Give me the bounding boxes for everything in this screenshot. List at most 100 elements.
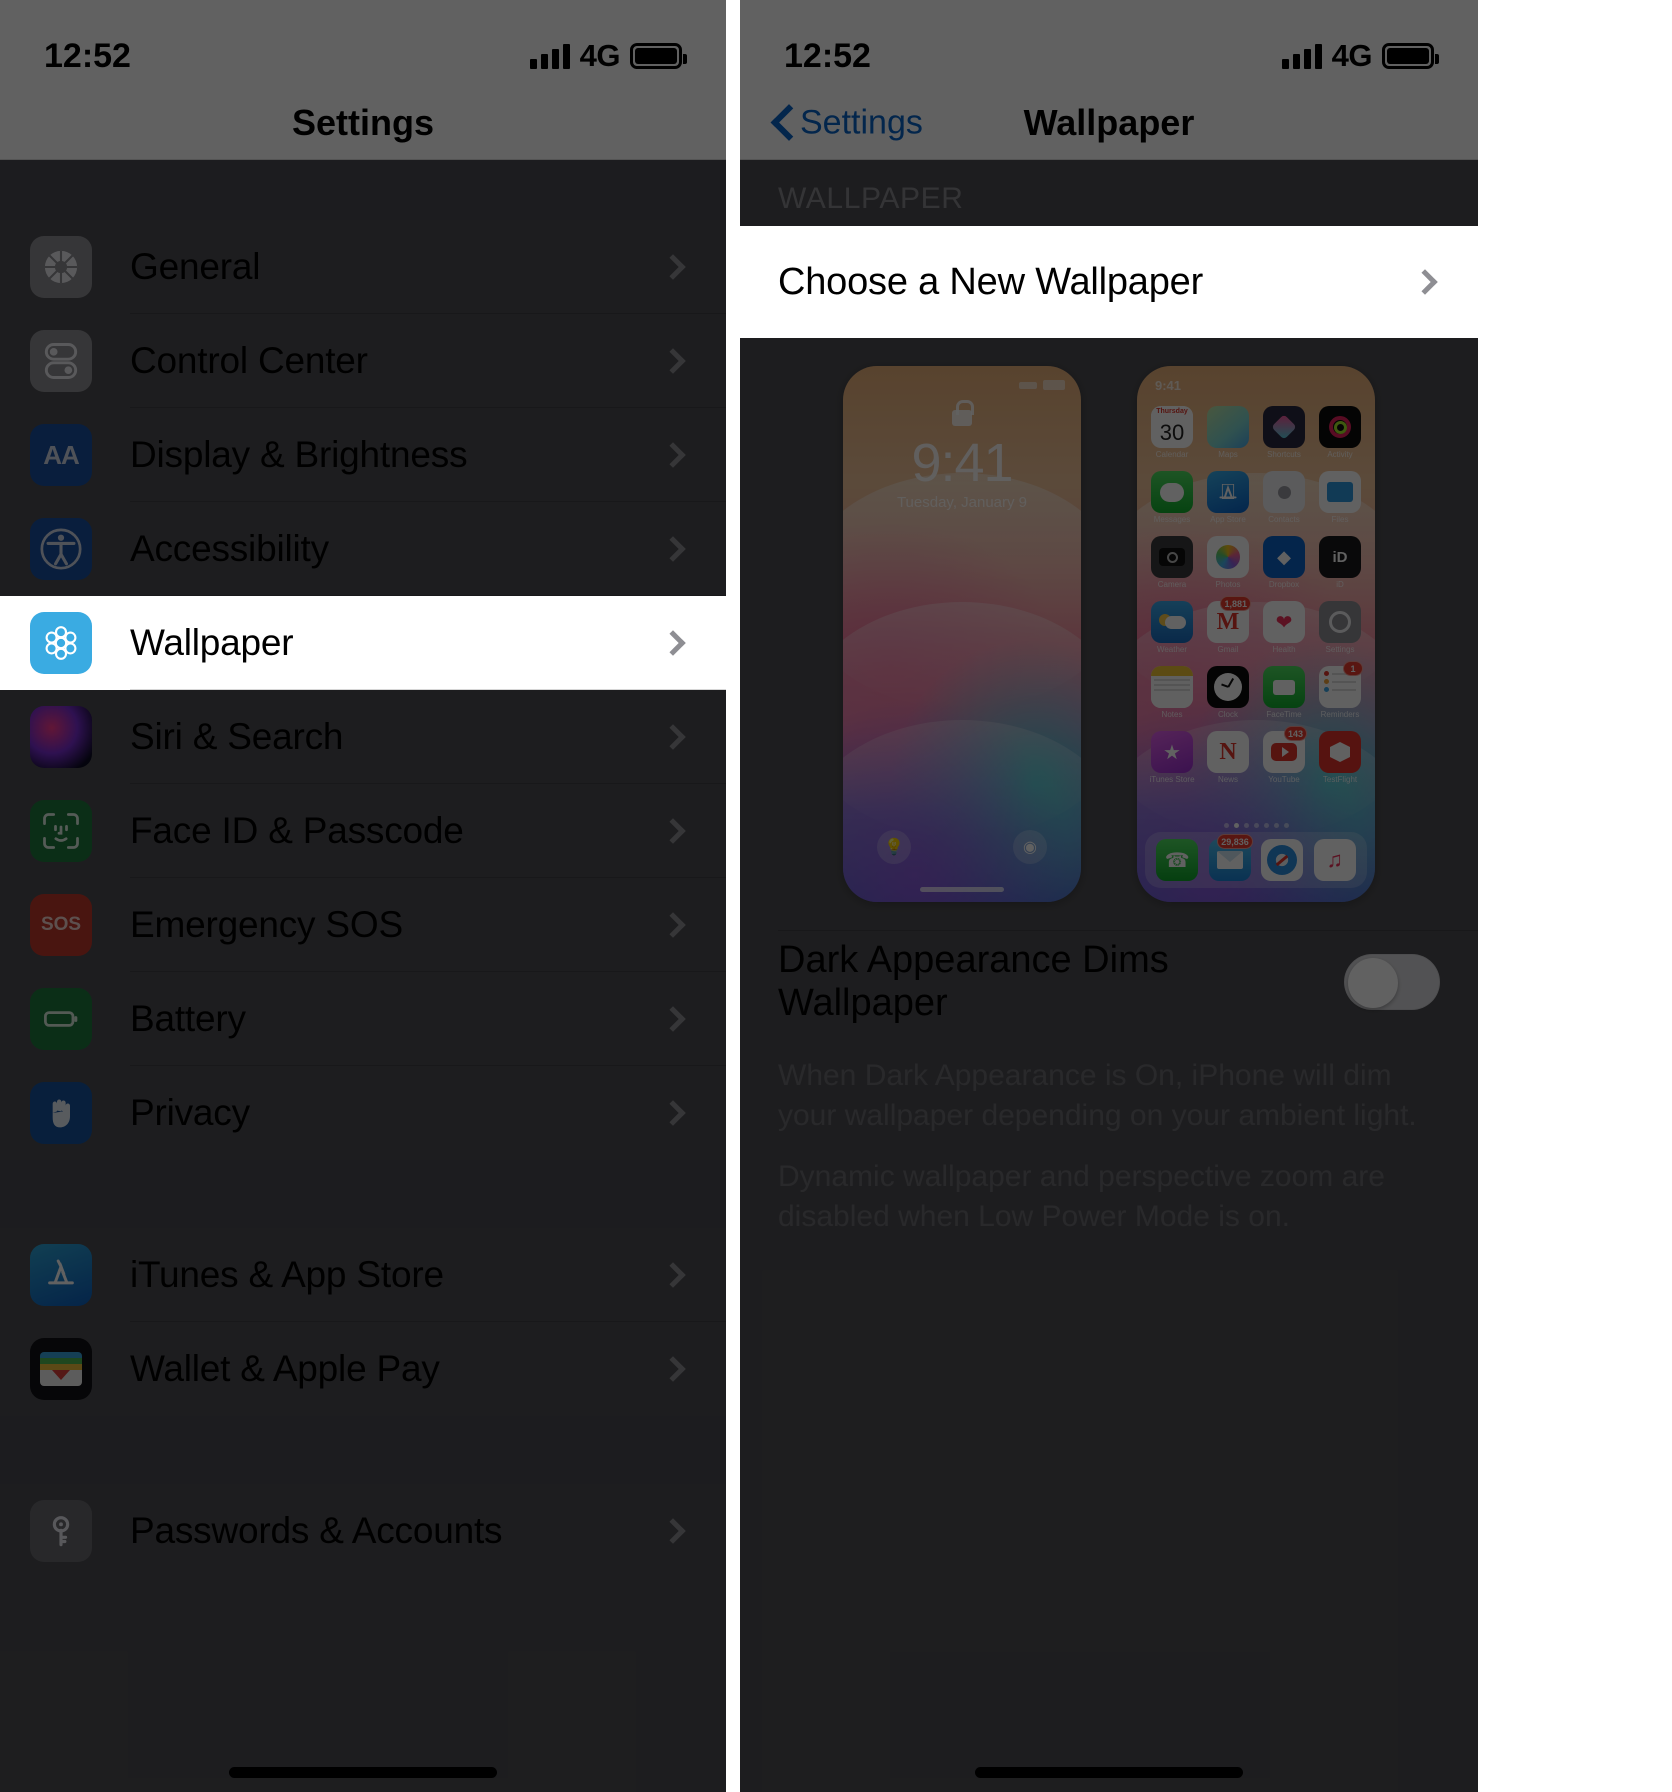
settings-row-general[interactable]: General <box>0 220 726 314</box>
app-label: Contacts <box>1268 515 1300 524</box>
lock-screen-date: Tuesday, January 9 <box>896 494 1028 511</box>
calendar-icon: Thursday 30 <box>1151 406 1193 448</box>
home-indicator-right[interactable] <box>975 1767 1243 1778</box>
face-id-icon <box>30 800 92 862</box>
settings-row-display-brightness[interactable]: AA Display & Brightness <box>0 408 726 502</box>
lock-screen-time: 9:41 <box>911 433 1013 493</box>
settings-group-3: Passwords & Accounts <box>0 1484 726 1578</box>
app-label: Shortcuts <box>1267 450 1301 459</box>
status-bar-left: 12:52 4G <box>0 0 726 86</box>
signal-bars-icon <box>1281 43 1322 69</box>
settings-row-label: iTunes & App Store <box>130 1254 444 1295</box>
gear-icon <box>30 236 92 298</box>
footer-paragraph-2: Dynamic wallpaper and perspective zoom a… <box>778 1160 1385 1233</box>
app-label: Messages <box>1153 515 1191 524</box>
settings-row-control-center[interactable]: Control Center <box>0 314 726 408</box>
app-label: App Store <box>1210 515 1246 524</box>
home-screen-app: iD iD <box>1317 536 1363 589</box>
home-screen-app: TestFlight <box>1317 731 1363 784</box>
home-screen-app-grid: Thursday 30 Calendar Maps Shortcuts Activity M… <box>1147 406 1365 784</box>
settings-row-label: Siri & Search <box>130 716 344 757</box>
settings-row-label: Control Center <box>130 340 368 381</box>
settings-row-emergency-sos[interactable]: SOS Emergency SOS <box>0 878 726 972</box>
battery-icon <box>630 43 687 69</box>
battery-icon <box>1382 43 1439 69</box>
app-label: Reminders <box>1320 710 1360 719</box>
app-label: FaceTime <box>1266 710 1302 719</box>
shortcuts-icon <box>1263 406 1305 448</box>
chevron-right-icon <box>660 254 686 280</box>
settings-row-passwords-accounts[interactable]: Passwords & Accounts <box>0 1484 726 1578</box>
accessibility-icon <box>30 518 92 580</box>
section-gap-top <box>0 160 726 220</box>
dark-appearance-toggle[interactable] <box>1344 954 1440 1010</box>
chevron-right-icon <box>660 1262 686 1288</box>
facetime-icon <box>1263 666 1305 708</box>
chevron-right-icon <box>660 1100 686 1126</box>
app-label: Maps <box>1218 450 1238 459</box>
settings-row-siri-search[interactable]: Siri & Search <box>0 690 726 784</box>
choose-new-wallpaper-row[interactable]: Choose a New Wallpaper <box>740 226 1478 338</box>
testflight-icon <box>1319 731 1361 773</box>
home-screen-app: Thursday 30 Calendar <box>1149 406 1195 459</box>
home-screen-app: Camera <box>1149 536 1195 589</box>
settings-row-wallpaper[interactable]: Wallpaper <box>0 596 726 690</box>
network-label: 4G <box>579 38 621 73</box>
page-dot <box>1273 823 1279 828</box>
lock-screen-preview[interactable]: 9:41 Tuesday, January 9 💡 ◉ <box>843 366 1081 902</box>
section-gap-mid <box>0 1160 726 1228</box>
itunes-store-icon: ★ <box>1151 731 1193 773</box>
signal-bars-icon <box>529 43 570 69</box>
app-label: Calendar <box>1155 450 1189 459</box>
screen-divider <box>726 0 740 1792</box>
settings-row-privacy[interactable]: Privacy <box>0 1066 726 1160</box>
app-label: Weather <box>1156 645 1188 654</box>
wallpaper-flower-icon <box>30 612 92 674</box>
status-bar-right: 12:52 4G <box>740 0 1478 86</box>
chevron-right-icon <box>660 630 686 656</box>
settings-row-itunes-app-store[interactable]: iTunes & App Store <box>0 1228 726 1322</box>
preview-home-indicator <box>920 887 1004 892</box>
battery-icon <box>30 988 92 1050</box>
settings-row-accessibility[interactable]: Accessibility <box>0 502 726 596</box>
home-screen-app: Settings <box>1317 601 1363 654</box>
settings-row-wallet-apple-pay[interactable]: Wallet & Apple Pay <box>0 1322 726 1416</box>
dark-appearance-row[interactable]: Dark Appearance Dims Wallpaper <box>740 930 1478 1034</box>
settings-gear-icon <box>1319 601 1361 643</box>
settings-row-label: Face ID & Passcode <box>130 810 464 851</box>
weather-icon <box>1151 601 1193 643</box>
chevron-right-icon <box>660 1356 686 1382</box>
home-screen-app: ★ iTunes Store <box>1149 731 1195 784</box>
app-label: YouTube <box>1268 775 1300 784</box>
home-screen-preview[interactable]: 9:41 Thursday 30 Calendar Maps Shortcuts Acti… <box>1137 366 1375 902</box>
status-time: 12:52 <box>784 36 871 75</box>
settings-row-label: Accessibility <box>130 528 329 569</box>
health-icon: ❤ <box>1263 601 1305 643</box>
chevron-right-icon <box>660 442 686 468</box>
home-indicator-left[interactable] <box>229 1767 497 1778</box>
chevron-right-icon <box>660 1006 686 1032</box>
footer-paragraph-1: When Dark Appearance is On, iPhone will … <box>778 1059 1417 1132</box>
settings-row-face-id-passcode[interactable]: Face ID & Passcode <box>0 784 726 878</box>
key-icon <box>30 1500 92 1562</box>
home-screen-time: 9:41 <box>1155 378 1182 393</box>
app-label: Notes <box>1161 710 1183 719</box>
chevron-left-icon <box>772 106 792 140</box>
settings-row-label: Battery <box>130 998 246 1039</box>
music-icon: ♫ <box>1313 839 1356 881</box>
preview-status-icons <box>1019 380 1065 390</box>
dock-app <box>1259 839 1305 881</box>
home-screen-app: M 1,881 Gmail <box>1205 596 1251 654</box>
app-badge: 1 <box>1343 661 1363 676</box>
home-screen-app: Shortcuts <box>1261 406 1307 459</box>
settings-row-battery[interactable]: Battery <box>0 972 726 1066</box>
page-title: Settings <box>291 101 434 143</box>
back-button[interactable]: Settings <box>772 103 923 142</box>
camera-icon: ◉ <box>1013 830 1047 864</box>
section-gap-bottom <box>0 1416 726 1484</box>
page-dots <box>1137 823 1375 828</box>
app-label: iTunes Store <box>1149 775 1195 784</box>
toggle-knob <box>1348 958 1398 1008</box>
settings-screen: 12:52 4G Settings General Control Center A… <box>0 0 726 1792</box>
home-screen-app: FaceTime <box>1261 666 1307 719</box>
